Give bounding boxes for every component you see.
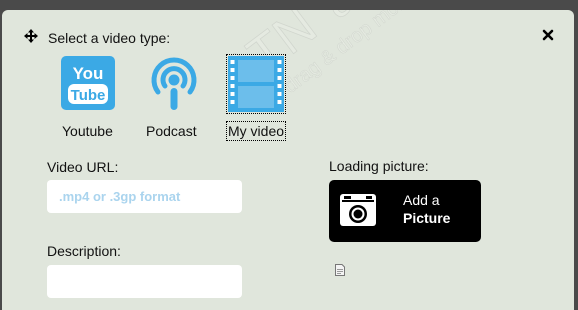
- dialog-title: Select a video type:: [48, 30, 171, 46]
- camera-icon: [340, 194, 376, 226]
- film-icon[interactable]: [226, 54, 286, 114]
- svg-text:drag & drop mobile app builder: drag & drop mobile app builder: [280, 10, 512, 98]
- youtube-label[interactable]: Youtube: [62, 123, 113, 139]
- move-icon[interactable]: [24, 29, 38, 43]
- add-picture-line1: Add a: [403, 192, 440, 208]
- close-icon[interactable]: [542, 29, 554, 41]
- description-label: Description:: [47, 243, 121, 259]
- document-icon[interactable]: [335, 264, 345, 276]
- loading-picture-label: Loading picture:: [329, 158, 429, 174]
- add-picture-button[interactable]: Add a Picture: [329, 180, 481, 242]
- podcast-icon[interactable]: [146, 56, 202, 112]
- youtube-logo-tube: Tube: [71, 87, 106, 104]
- video-url-label: Video URL:: [47, 159, 119, 175]
- description-input[interactable]: [47, 265, 242, 298]
- video-type-dialog: ATN apps drag & drop mobile app builder …: [2, 10, 574, 310]
- my-video-label[interactable]: My video: [225, 121, 287, 141]
- add-picture-line2: Picture: [403, 210, 451, 226]
- podcast-label[interactable]: Podcast: [146, 123, 197, 139]
- youtube-icon[interactable]: You Tube: [60, 56, 116, 112]
- youtube-logo-you: You: [73, 64, 104, 83]
- video-url-input[interactable]: [47, 180, 242, 213]
- svg-text:apps: apps: [310, 10, 435, 30]
